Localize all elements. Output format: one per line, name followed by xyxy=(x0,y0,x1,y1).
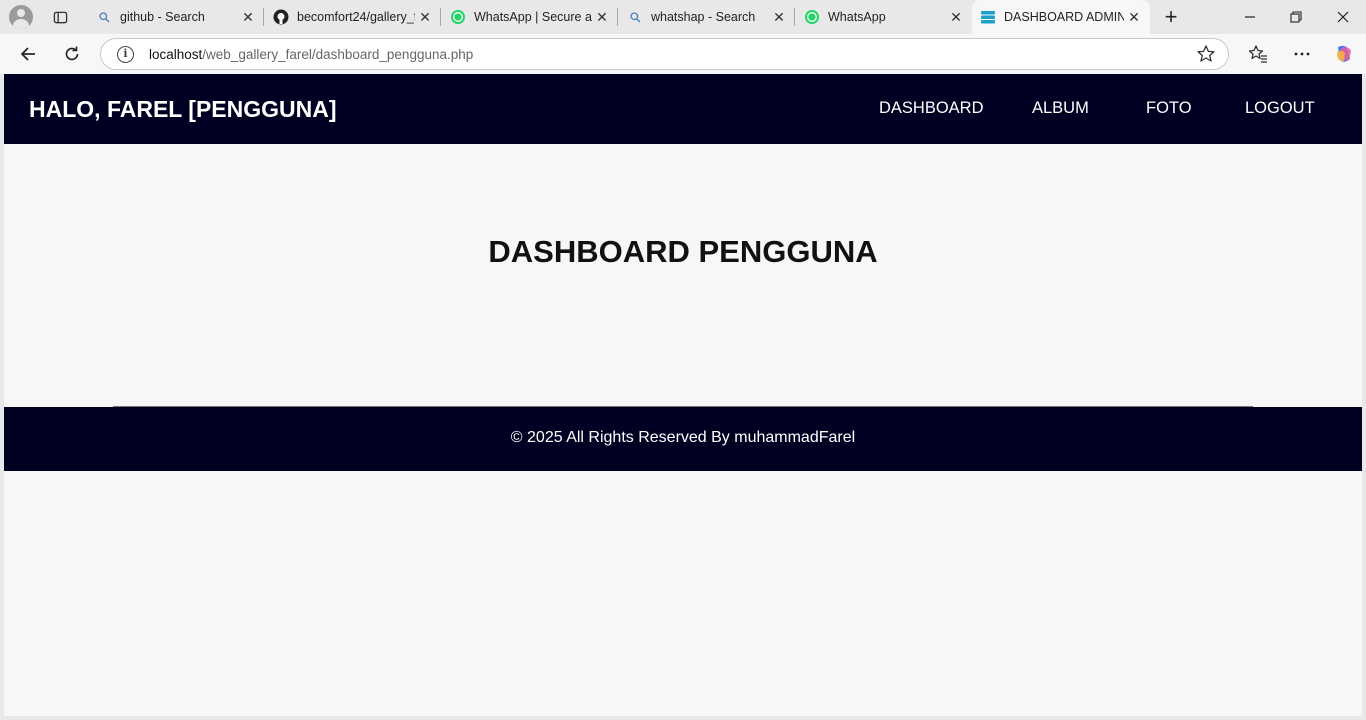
info-icon[interactable]: i xyxy=(117,46,134,63)
close-icon[interactable]: ✕ xyxy=(769,7,789,27)
site-footer: © 2025 All Rights Reserved By muhammadFa… xyxy=(4,407,1362,471)
tab-whatshap-search[interactable]: whatshap - Search ✕ xyxy=(619,0,795,34)
user-greeting: HALO, FAREL [PENGGUNA] xyxy=(29,96,337,122)
tab-github-search[interactable]: github - Search ✕ xyxy=(88,0,264,34)
browser-tab-bar: github - Search ✕ becomfort24/gallery_f … xyxy=(0,0,1366,34)
minimize-icon[interactable] xyxy=(1227,0,1273,34)
close-icon[interactable]: ✕ xyxy=(946,7,966,27)
close-icon[interactable]: ✕ xyxy=(415,7,435,27)
favorite-star-icon[interactable] xyxy=(1196,44,1216,64)
search-icon xyxy=(96,9,112,25)
tab-whatsapp-secure[interactable]: WhatsApp | Secure an ✕ xyxy=(442,0,618,34)
tab-actions-icon[interactable] xyxy=(46,6,74,28)
close-icon[interactable]: ✕ xyxy=(1124,7,1144,27)
address-bar[interactable]: i localhost/web_gallery_farel/dashboard_… xyxy=(100,38,1229,70)
page-title: DASHBOARD PENGGUNA xyxy=(488,234,878,269)
tab-title: github - Search xyxy=(120,10,205,24)
nav-link-album[interactable]: ALBUM xyxy=(1032,99,1089,118)
tab-title: becomfort24/gallery_f xyxy=(297,10,415,24)
page-viewport: HALO, FAREL [PENGGUNA] DASHBOARD ALBUM F… xyxy=(4,74,1362,716)
window-close-icon[interactable] xyxy=(1320,0,1366,34)
back-arrow-icon[interactable] xyxy=(14,40,42,68)
copilot-icon[interactable] xyxy=(1330,40,1358,68)
tab-github-repo[interactable]: becomfort24/gallery_f ✕ xyxy=(265,0,441,34)
close-icon[interactable]: ✕ xyxy=(592,7,612,27)
tab-dashboard-admin[interactable]: DASHBOARD ADMIN ✕ xyxy=(972,0,1150,34)
whatsapp-icon xyxy=(450,9,466,25)
more-menu-icon[interactable] xyxy=(1288,40,1316,68)
new-tab-button[interactable]: + xyxy=(1158,4,1184,29)
url-text: localhost/web_gallery_farel/dashboard_pe… xyxy=(149,47,474,62)
tab-title: WhatsApp xyxy=(828,10,886,24)
nav-link-foto[interactable]: FOTO xyxy=(1146,99,1192,118)
nav-link-logout[interactable]: LOGOUT xyxy=(1245,99,1315,118)
favorites-icon[interactable] xyxy=(1244,40,1272,68)
refresh-icon[interactable] xyxy=(58,40,86,68)
tab-whatsapp[interactable]: WhatsApp ✕ xyxy=(796,0,972,34)
restore-icon[interactable] xyxy=(1273,0,1319,34)
whatsapp-icon xyxy=(804,9,820,25)
github-icon xyxy=(273,9,289,25)
window-border xyxy=(0,716,1366,720)
profile-avatar-icon[interactable] xyxy=(9,5,33,29)
site-navbar: HALO, FAREL [PENGGUNA] DASHBOARD ALBUM F… xyxy=(4,74,1362,144)
tab-title: DASHBOARD ADMIN xyxy=(1004,10,1124,24)
database-icon xyxy=(980,9,996,25)
tab-title: whatshap - Search xyxy=(651,10,756,24)
copyright-text: © 2025 All Rights Reserved By muhammadFa… xyxy=(510,429,856,446)
tab-title: WhatsApp | Secure an xyxy=(474,10,592,24)
nav-link-dashboard[interactable]: DASHBOARD xyxy=(879,99,984,118)
browser-toolbar: i localhost/web_gallery_farel/dashboard_… xyxy=(0,34,1366,74)
search-icon xyxy=(627,9,643,25)
close-icon[interactable]: ✕ xyxy=(238,7,258,27)
